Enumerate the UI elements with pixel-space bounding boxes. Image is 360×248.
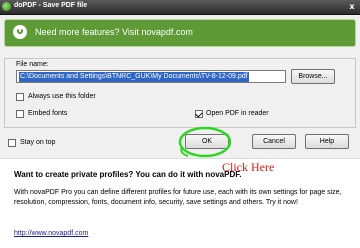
window-title: doPDF - Save PDF file (14, 2, 88, 9)
title-bar[interactable]: doPDF - Save PDF file x (0, 0, 360, 15)
browse-button[interactable]: Browse... (291, 69, 335, 84)
novapdf-logo-icon (13, 25, 27, 39)
stay-on-top-checkbox[interactable] (8, 139, 16, 147)
help-button[interactable]: Help (305, 134, 349, 149)
banner-text[interactable]: Need more features? Visit novapdf.com (35, 27, 193, 37)
highlight-circle (178, 126, 232, 158)
novapdf-link[interactable]: http://www.novapdf.com (14, 230, 88, 237)
close-icon[interactable]: x (347, 2, 357, 11)
promo-title: Want to create private profiles? You can… (14, 170, 242, 179)
cancel-button[interactable]: Cancel (252, 134, 296, 149)
stay-on-top-label[interactable]: Stay on top (20, 139, 55, 146)
open-pdf-checkbox[interactable] (195, 110, 203, 118)
save-pdf-dialog: doPDF - Save PDF file x Need more featur… (0, 0, 360, 248)
file-name-input[interactable]: C:\Documents and Settings\BTNRC_GUK\My D… (16, 70, 286, 83)
always-use-folder-checkbox[interactable] (16, 93, 24, 101)
always-use-folder-label[interactable]: Always use this folder (28, 93, 96, 100)
dopdf-app-icon (2, 2, 11, 11)
embed-fonts-checkbox[interactable] (16, 110, 24, 118)
highlight-ellipse (178, 126, 232, 158)
promo-body: With novaPDF Pro you can define differen… (14, 189, 342, 206)
upgrade-banner[interactable]: Need more features? Visit novapdf.com (4, 19, 356, 47)
embed-fonts-label[interactable]: Embed fonts (28, 110, 67, 117)
file-name-value: C:\Documents and Settings\BTNRC_GUK\My D… (19, 72, 249, 82)
file-name-label: File name: (16, 61, 49, 68)
open-pdf-label[interactable]: Open PDF in reader (206, 110, 269, 117)
